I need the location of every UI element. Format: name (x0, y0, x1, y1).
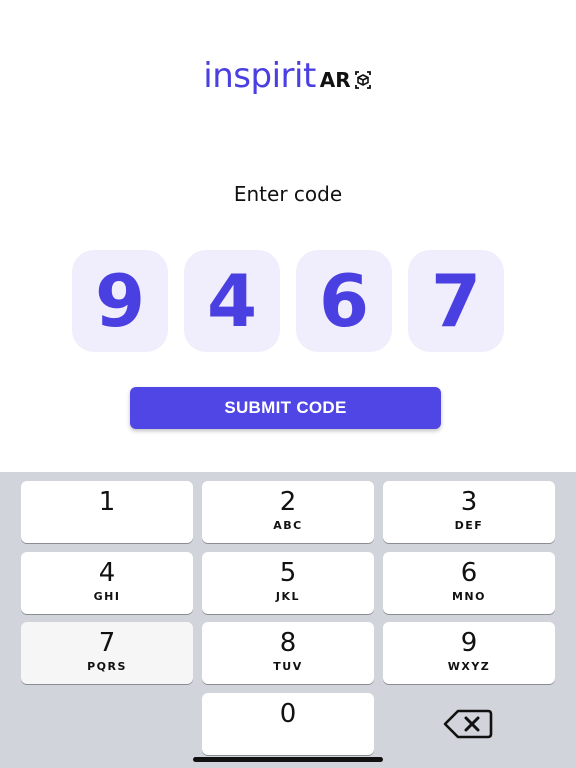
code-digit-1[interactable]: 9 (72, 250, 168, 352)
backspace-key[interactable] (382, 693, 554, 755)
key-5[interactable]: 5 JKL (202, 552, 374, 614)
code-digit-3[interactable]: 6 (296, 250, 392, 352)
code-digit-2[interactable]: 4 (184, 250, 280, 352)
code-input-row[interactable]: 9 4 6 7 (72, 250, 504, 352)
key-letters: JKL (275, 590, 301, 603)
submit-code-button[interactable]: SUBMIT CODE (130, 387, 441, 429)
backspace-icon (443, 709, 493, 739)
app-logo: inspirit AR (0, 56, 576, 96)
key-number: 7 (98, 628, 116, 658)
key-2[interactable]: 2 ABC (202, 481, 374, 543)
key-letters: TUV (273, 660, 303, 673)
ar-cube-icon (354, 71, 371, 89)
key-6[interactable]: 6 MNO (383, 552, 555, 614)
numeric-keypad: 1 2 ABC 3 DEF 4 GHI 5 JKL 6 MNO 7 PQRS 8… (0, 472, 576, 768)
key-number: 9 (460, 628, 478, 658)
key-0[interactable]: 0 (202, 693, 374, 755)
key-1[interactable]: 1 (21, 481, 193, 543)
key-letters: MNO (451, 590, 486, 603)
key-letters: DEF (454, 519, 484, 532)
key-letters: GHI (93, 590, 121, 603)
key-4[interactable]: 4 GHI (21, 552, 193, 614)
key-number: 2 (279, 487, 297, 517)
home-indicator (193, 757, 383, 762)
key-number: 1 (98, 487, 116, 517)
key-number: 5 (279, 558, 297, 588)
logo-wordmark: inspirit (203, 56, 316, 96)
key-letters: ABC (273, 519, 303, 532)
key-9[interactable]: 9 WXYZ (383, 622, 555, 684)
key-8[interactable]: 8 TUV (202, 622, 374, 684)
key-number: 3 (460, 487, 478, 517)
key-number: 8 (279, 628, 297, 658)
key-number: 4 (98, 558, 116, 588)
key-number: 6 (460, 558, 478, 588)
key-letters: WXYZ (447, 660, 491, 673)
logo-ar-text: AR (319, 68, 351, 92)
enter-code-heading: Enter code (233, 182, 343, 206)
key-number: 0 (279, 699, 297, 729)
logo-ar: AR (320, 68, 373, 92)
code-digit-4[interactable]: 7 (408, 250, 504, 352)
key-letters: PQRS (87, 660, 127, 673)
key-3[interactable]: 3 DEF (383, 481, 555, 543)
key-7[interactable]: 7 PQRS (21, 622, 193, 684)
